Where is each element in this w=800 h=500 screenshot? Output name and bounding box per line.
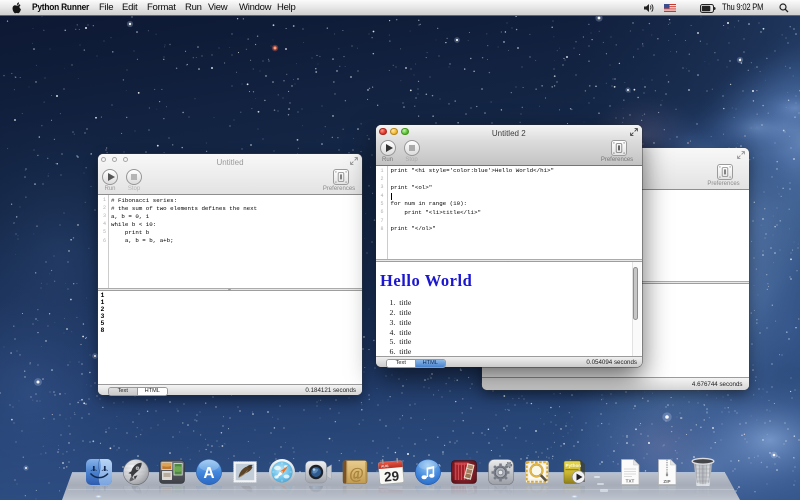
svg-text:29: 29 — [383, 486, 399, 489]
svg-text:Python: Python — [565, 463, 581, 468]
svg-text:TXT: TXT — [626, 478, 635, 483]
svg-text:ZIP: ZIP — [663, 478, 670, 483]
svg-text:Python: Python — [565, 489, 581, 494]
svg-text:@: @ — [349, 465, 363, 482]
svg-text:AUG: AUG — [381, 488, 389, 493]
svg-text:AUG: AUG — [381, 463, 389, 468]
svg-text:@: @ — [349, 486, 363, 492]
svg-text:29: 29 — [383, 468, 399, 484]
